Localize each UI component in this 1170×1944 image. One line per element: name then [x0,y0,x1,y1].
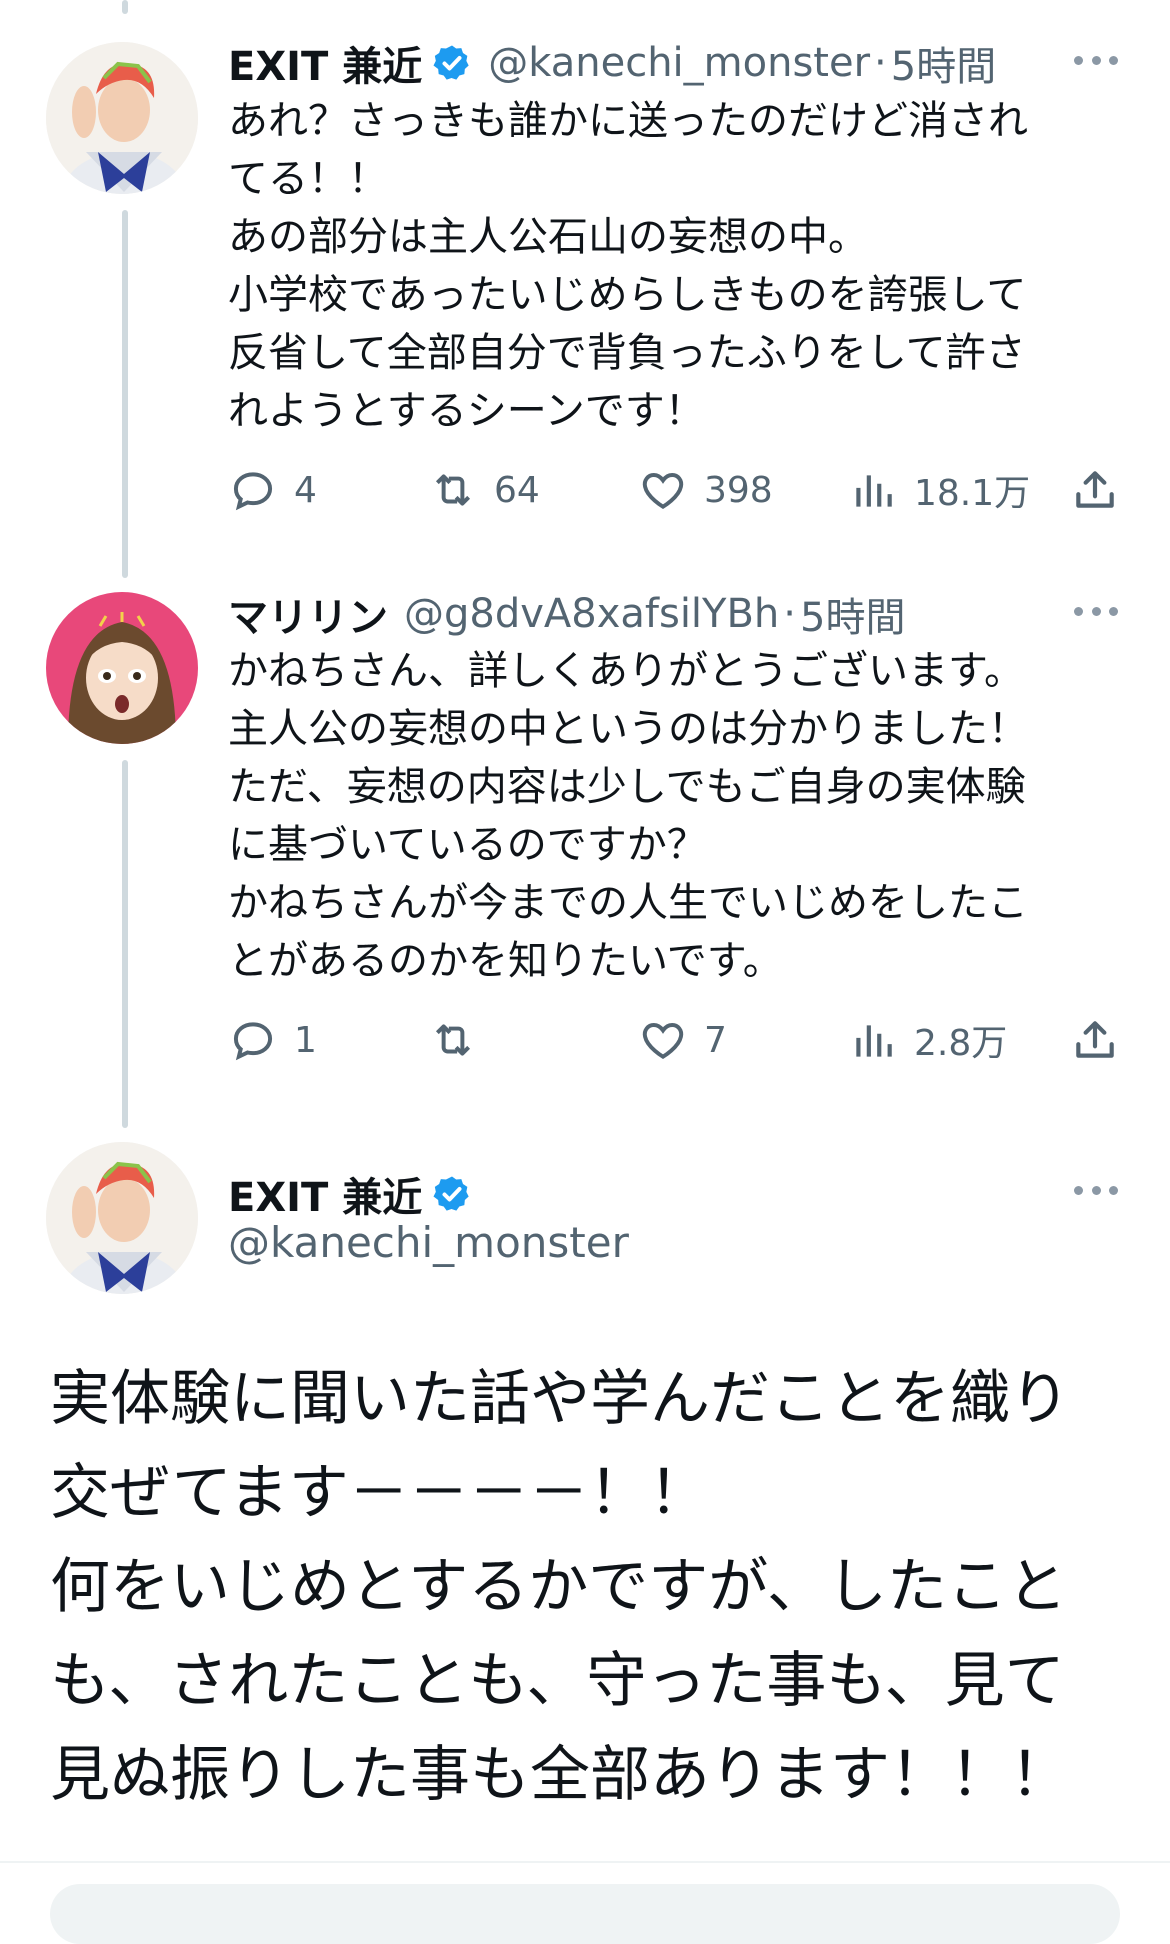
views-button[interactable]: 18.1万 [848,462,1030,518]
share-button[interactable] [1070,462,1120,518]
avatar[interactable] [46,592,198,744]
separator-dot: · [874,40,887,86]
views-icon [856,475,892,507]
tweet-header: マリリン @g8dvA8xafsilYBh · 5時間 [228,585,905,643]
retweet-button[interactable] [428,1012,494,1068]
verified-badge-icon [432,1174,472,1214]
avatar[interactable] [46,1142,198,1294]
user-handle[interactable]: @g8dvA8xafsilYBh [404,591,779,637]
reply-input-bar[interactable] [50,1884,1120,1944]
retweet-icon [435,474,471,506]
divider [0,1861,1170,1863]
verified-badge-icon [432,43,472,83]
display-name[interactable]: マリリン [228,585,388,643]
share-icon [1076,1021,1114,1058]
like-button[interactable]: 398 [638,462,773,518]
tweet-header: EXIT 兼近 [228,1165,472,1223]
separator-dot: · [783,591,796,637]
like-count: 7 [704,1019,727,1061]
reply-count: 1 [294,1019,317,1061]
reply-button[interactable]: 1 [228,1012,317,1068]
user-handle[interactable]: @kanechi_monster [488,40,870,86]
share-button[interactable] [1070,1012,1120,1068]
retweet-button[interactable]: 64 [428,462,540,518]
like-icon [642,1023,684,1059]
thread-line [122,760,128,1128]
tweet-text: かねちさん、詳しくありがとうございます。 主人公の妄想の中というのは分かりました… [228,648,1028,984]
tweet-header: EXIT 兼近 @kanechi_monster · 5時間 [228,34,996,92]
timestamp[interactable]: 5時間 [800,585,905,643]
thread-line [122,210,128,578]
share-icon [1076,471,1114,508]
action-bar: 4 64 398 18.1万 [228,462,1120,518]
reply-button[interactable]: 4 [228,462,317,518]
avatar[interactable] [46,42,198,194]
retweet-icon [435,1024,471,1056]
reply-icon [233,1022,273,1061]
views-icon [856,1025,892,1057]
user-handle[interactable]: @kanechi_monster [228,1218,629,1267]
display-name[interactable]: EXIT 兼近 [228,34,422,92]
like-count: 398 [704,469,773,511]
action-bar: 1 7 2.8万 [228,1012,1120,1068]
tweet-text: あれ？さっきも誰かに送ったのだけど消され てる！！ あの部分は主人公石山の妄想の… [228,98,1028,434]
more-icon[interactable] [1074,1180,1118,1200]
views-button[interactable]: 2.8万 [848,1012,1007,1068]
retweet-count: 64 [494,469,540,511]
reply-count: 4 [294,469,317,511]
reply-icon [233,472,273,511]
like-button[interactable]: 7 [638,1012,727,1068]
more-icon[interactable] [1074,601,1118,621]
view-count: 18.1万 [914,473,1031,514]
tweet-text: 実体験に聞いた話や学んだことを織り 交ぜてます－－－－！！ 何をいじめとするかで… [50,1364,1070,1810]
thread-line [122,0,128,14]
display-name[interactable]: EXIT 兼近 [228,1165,422,1223]
like-icon [642,473,684,509]
view-count: 2.8万 [914,1023,1008,1064]
more-icon[interactable] [1074,50,1118,70]
timestamp[interactable]: 5時間 [891,34,996,92]
